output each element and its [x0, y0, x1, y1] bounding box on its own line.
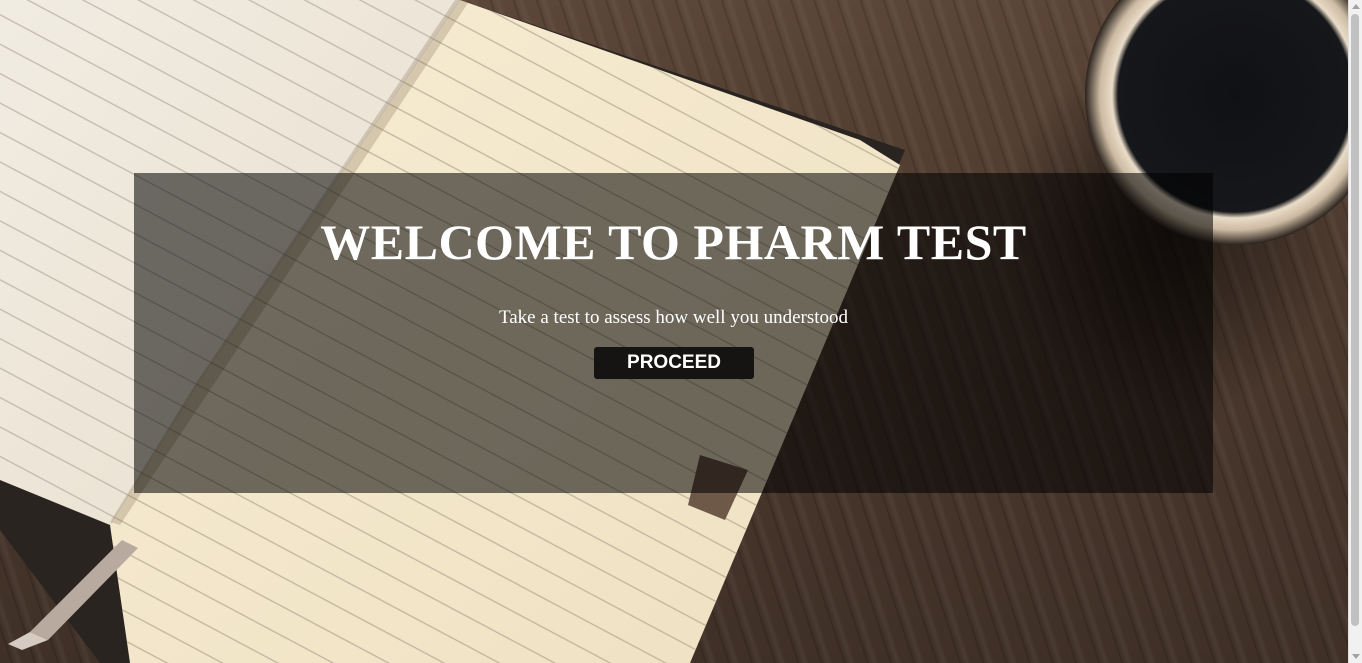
- scrollbar-thumb[interactable]: [1351, 14, 1359, 626]
- scroll-down-arrow-icon[interactable]: [1352, 654, 1360, 659]
- vertical-scrollbar[interactable]: [1348, 0, 1362, 663]
- hero-subtitle: Take a test to assess how well you under…: [498, 307, 849, 328]
- landing-page: WELCOME TO PHARM TEST Take a test to ass…: [0, 0, 1362, 663]
- hero-banner: WELCOME TO PHARM TEST Take a test to ass…: [134, 173, 1213, 493]
- page-title: WELCOME TO PHARM TEST: [320, 214, 1027, 270]
- proceed-button[interactable]: PROCEED: [594, 347, 754, 379]
- scroll-up-arrow-icon[interactable]: [1352, 4, 1360, 9]
